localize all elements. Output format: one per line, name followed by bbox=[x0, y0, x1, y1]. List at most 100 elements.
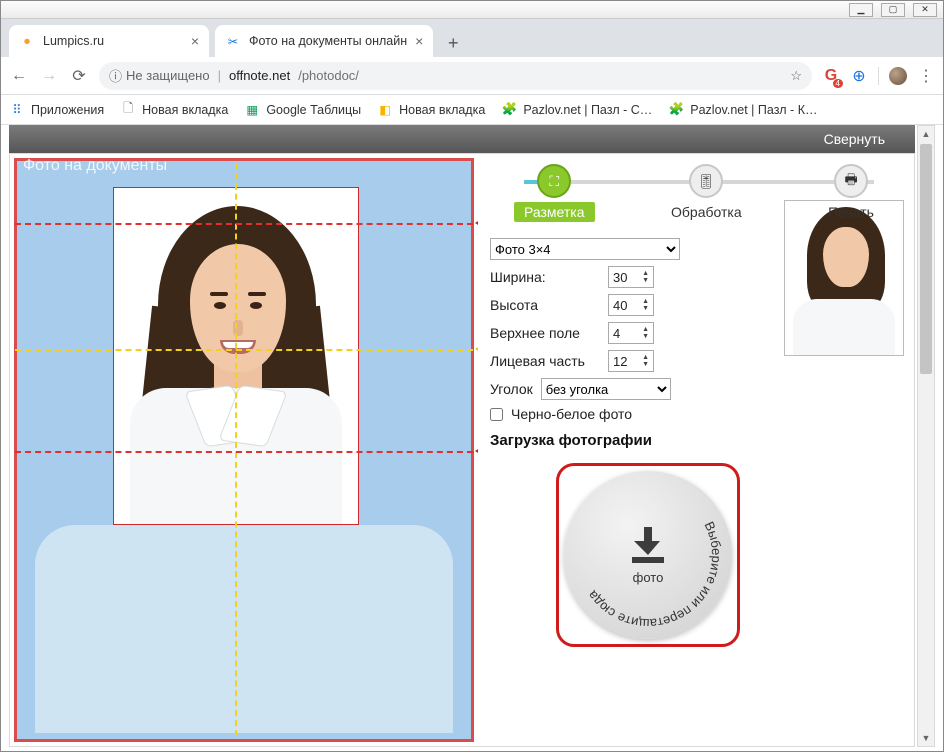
stepper: ⛶ Разметка 🎚 Обработка 🖶 Печать bbox=[490, 160, 908, 232]
scrollbar-thumb[interactable] bbox=[920, 144, 932, 374]
spinner-icon[interactable]: ▲▼ bbox=[642, 298, 649, 312]
bookmark-label: Google Таблицы bbox=[266, 103, 361, 117]
bookmark-item[interactable]: ◧Новая вкладка bbox=[377, 102, 485, 118]
photo-editor-canvas[interactable] bbox=[14, 158, 474, 742]
url-host: offnote.net bbox=[229, 68, 290, 83]
upload-dropzone[interactable]: Выберите или перетащите сюда фото bbox=[556, 463, 740, 647]
new-tab-button[interactable]: + bbox=[439, 29, 467, 57]
crop-icon: ⛶ bbox=[537, 164, 571, 198]
topfield-label: Верхнее поле bbox=[490, 325, 600, 341]
url-path: /photodoc/ bbox=[298, 68, 359, 83]
reload-button[interactable]: ⟳ bbox=[69, 66, 89, 86]
page-icon: 🗋 bbox=[120, 102, 136, 118]
apps-icon: ⠿ bbox=[9, 102, 25, 118]
bookmark-star-icon[interactable]: ☆ bbox=[790, 68, 802, 84]
face-stepper[interactable]: 12 ▲▼ bbox=[608, 350, 654, 372]
topfield-stepper[interactable]: 4 ▲▼ bbox=[608, 322, 654, 344]
app-toolbar: Свернуть bbox=[9, 125, 915, 153]
step-print[interactable]: 🖶 Печать bbox=[818, 164, 884, 222]
window-minimize-button[interactable]: ▁ bbox=[849, 3, 873, 17]
bookmark-label: Новая вкладка bbox=[399, 103, 485, 117]
result-preview bbox=[784, 200, 904, 356]
favicon-icon: ● bbox=[19, 33, 35, 49]
profile-avatar[interactable] bbox=[889, 67, 907, 85]
window-maximize-button[interactable]: ▢ bbox=[881, 3, 905, 17]
chin-guide[interactable] bbox=[15, 451, 473, 453]
puzzle-icon: 🧩 bbox=[501, 102, 517, 118]
topfield-value: 4 bbox=[613, 326, 620, 341]
sheets-icon: ▦ bbox=[244, 102, 260, 118]
forward-button[interactable]: → bbox=[39, 66, 59, 86]
width-stepper[interactable]: 30 ▲▼ bbox=[608, 266, 654, 288]
upload-ring-text: Выберите или перетащите сюда bbox=[564, 471, 732, 639]
tab-close-icon[interactable]: × bbox=[191, 33, 199, 49]
step-label: Разметка bbox=[514, 202, 595, 222]
spinner-icon[interactable]: ▲▼ bbox=[642, 326, 649, 340]
tab-title: Фото на документы онлайн bbox=[249, 34, 407, 48]
vertical-scrollbar[interactable]: ▲ ▼ bbox=[917, 125, 935, 747]
bookmark-item[interactable]: 🧩 Pazlov.net | Пазл - К… bbox=[668, 102, 817, 118]
top-guide[interactable] bbox=[15, 223, 473, 225]
vertical-guide[interactable] bbox=[235, 164, 237, 736]
tab-lumpics[interactable]: ● Lumpics.ru × bbox=[9, 25, 209, 57]
tab-strip: ● Lumpics.ru × ✂ Фото на документы онлай… bbox=[1, 19, 943, 57]
extension-icon[interactable]: ⊕ bbox=[850, 67, 868, 85]
tab-title: Lumpics.ru bbox=[43, 34, 183, 48]
back-button[interactable]: ← bbox=[9, 66, 29, 86]
address-bar: ← → ⟳ ⓘ Не защищено | offnote.net/photod… bbox=[1, 57, 943, 95]
bookmarks-bar: ⠿ Приложения 🗋 Новая вкладка ▦ Google Табли… bbox=[1, 95, 943, 125]
bookmark-item[interactable]: 🗋 Новая вкладка bbox=[120, 102, 228, 118]
puzzle-icon: 🧩 bbox=[668, 102, 684, 118]
bw-label: Черно-белое фото bbox=[511, 406, 632, 422]
eye-guide[interactable] bbox=[15, 349, 473, 351]
omnibox[interactable]: ⓘ Не защищено | offnote.net/photodoc/ ☆ bbox=[99, 62, 812, 90]
bookmark-apps[interactable]: ⠿ Приложения bbox=[9, 102, 104, 118]
bookmark-label: Приложения bbox=[31, 103, 104, 117]
settings-panel: ⛶ Разметка 🎚 Обработка 🖶 Печать Фото 3×4 bbox=[478, 154, 914, 746]
bookmark-label: Pazlov.net | Пазл - К… bbox=[690, 103, 817, 117]
bookmark-label: Новая вкладка bbox=[142, 103, 228, 117]
security-status-text: Не защищено bbox=[126, 68, 210, 83]
window-titlebar: ▁ ▢ ✕ bbox=[1, 1, 943, 19]
extension-icon[interactable]: G 4 bbox=[822, 67, 840, 85]
width-label: Ширина: bbox=[490, 269, 600, 285]
badge: 4 bbox=[833, 79, 843, 88]
bw-checkbox[interactable] bbox=[490, 408, 503, 421]
favicon-icon: ✂ bbox=[225, 33, 241, 49]
sliders-icon: 🎚 bbox=[689, 164, 723, 198]
scroll-up-button[interactable]: ▲ bbox=[918, 126, 934, 142]
step-label: Печать bbox=[818, 202, 884, 222]
format-select[interactable]: Фото 3×4 bbox=[490, 238, 680, 260]
scroll-down-button[interactable]: ▼ bbox=[918, 730, 934, 746]
site-info-button[interactable]: ⓘ Не защищено bbox=[109, 66, 210, 85]
window-close-button[interactable]: ✕ bbox=[913, 3, 937, 17]
corner-select[interactable]: без уголка bbox=[541, 378, 671, 400]
spinner-icon[interactable]: ▲▼ bbox=[642, 270, 649, 284]
spinner-icon[interactable]: ▲▼ bbox=[642, 354, 649, 368]
step-label: Обработка bbox=[661, 202, 752, 222]
width-value: 30 bbox=[613, 270, 627, 285]
separator bbox=[878, 67, 879, 85]
upload-heading: Загрузка фотографии bbox=[490, 432, 908, 449]
bookmark-item[interactable]: 🧩 Pazlov.net | Пазл - С… bbox=[501, 102, 652, 118]
step-processing[interactable]: 🎚 Обработка bbox=[661, 164, 752, 222]
face-label: Лицевая часть bbox=[490, 353, 600, 369]
bookmark-label: Pazlov.net | Пазл - С… bbox=[523, 103, 652, 117]
corner-label: Уголок bbox=[490, 381, 533, 397]
page-title: Фото на документы bbox=[23, 157, 167, 175]
face-value: 12 bbox=[613, 354, 627, 369]
step-markup[interactable]: ⛶ Разметка bbox=[514, 164, 595, 222]
page-content: Свернуть Фото на документы bbox=[1, 125, 943, 751]
chrome-menu-button[interactable]: ⋮ bbox=[917, 67, 935, 85]
printer-icon: 🖶 bbox=[834, 164, 868, 198]
svg-text:Выберите или перетащите сюда: Выберите или перетащите сюда bbox=[584, 519, 724, 631]
separator: | bbox=[218, 68, 221, 83]
bookmark-item[interactable]: ▦ Google Таблицы bbox=[244, 102, 361, 118]
height-label: Высота bbox=[490, 297, 600, 313]
collapse-button[interactable]: Свернуть bbox=[824, 131, 885, 147]
tab-photodoc[interactable]: ✂ Фото на документы онлайн × bbox=[215, 25, 433, 57]
info-icon: ⓘ bbox=[109, 66, 122, 85]
tab-close-icon[interactable]: × bbox=[415, 33, 423, 49]
upload-button[interactable]: Выберите или перетащите сюда фото bbox=[564, 471, 732, 639]
height-stepper[interactable]: 40▲▼ bbox=[608, 294, 654, 316]
